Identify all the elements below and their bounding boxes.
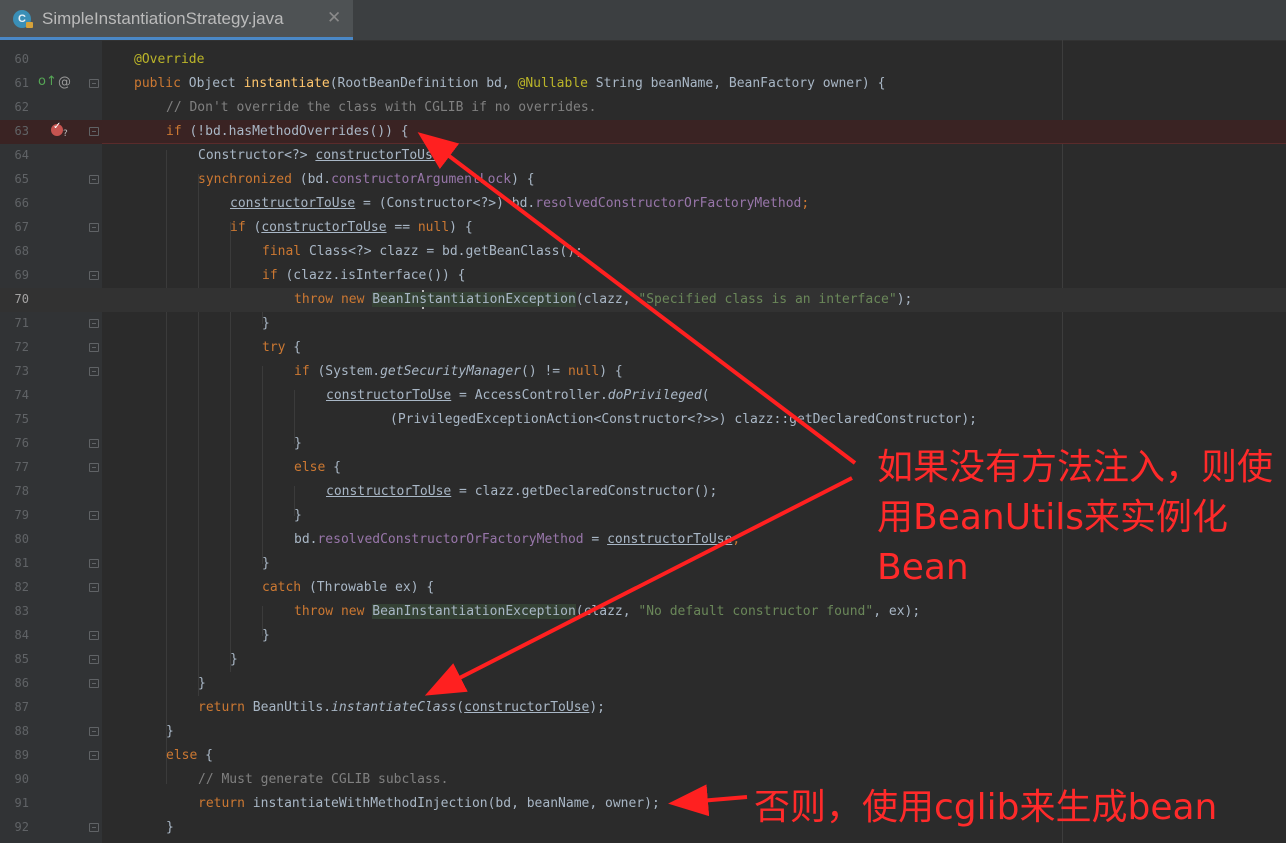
- annotation-text-cglib: 否则，使用cglib来生成bean: [754, 787, 1218, 828]
- annotation-line: 用BeanUtils来实例化: [877, 497, 1228, 538]
- annotation-arrow: [668, 784, 748, 817]
- annotation-arrow: [424, 476, 853, 696]
- annotation-text-method-injection: 如果没有方法注入，则使 用BeanUtils来实例化 Bean: [877, 443, 1273, 593]
- code-text: throw new BeanInstantiationException(cla…: [294, 292, 913, 307]
- annotation-line: Bean: [877, 547, 969, 588]
- annotation-overlay: [417, 132, 857, 817]
- annotation-line: 如果没有方法注入，则使: [877, 447, 1274, 488]
